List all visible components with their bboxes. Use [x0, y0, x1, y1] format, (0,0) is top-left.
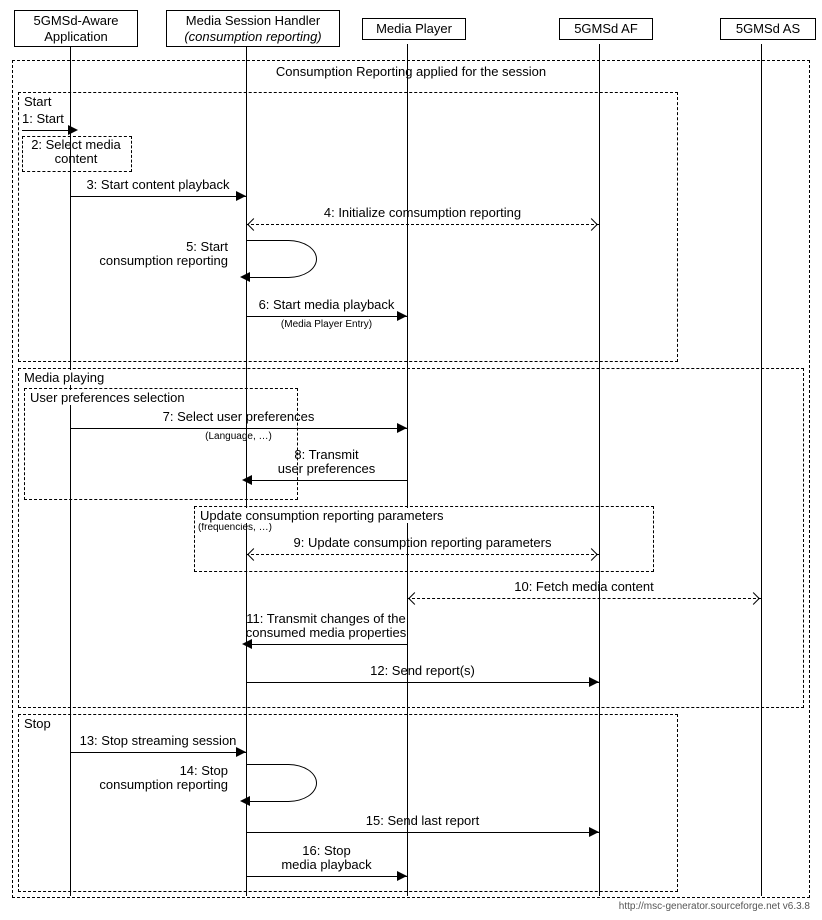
box-select	[22, 136, 132, 172]
msg-6-label: 6: Start media playback	[246, 298, 407, 312]
msg-3-label: 3: Start content playback	[70, 178, 246, 192]
msg-5-arrow	[240, 272, 250, 282]
as-line1: 5GMSd AS	[736, 21, 800, 36]
update-label: Update consumption reporting parameters	[198, 508, 446, 523]
app-line1: 5GMSd-Aware	[33, 13, 118, 28]
af-line1: 5GMSd AF	[574, 21, 638, 36]
msg-6-sub: (Media Player Entry)	[246, 319, 407, 330]
msg-10-label: 10: Fetch media content	[407, 580, 761, 594]
playing-label: Media playing	[22, 370, 106, 385]
start-label: Start	[22, 94, 53, 109]
participant-as: 5GMSd AS	[720, 18, 816, 40]
msg-8-label: 8: Transmit user preferences	[246, 448, 407, 477]
msg-13-label: 13: Stop streaming session	[50, 734, 266, 748]
msh-line2: (consumption reporting)	[184, 29, 321, 44]
msg-9-label: 9: Update consumption reporting paramete…	[246, 536, 599, 550]
participant-mp: Media Player	[362, 18, 466, 40]
participant-app: 5GMSd-Aware Application	[14, 10, 138, 47]
msg-7-sub: (Language, …)	[70, 431, 407, 442]
msg-5-loop	[246, 240, 317, 278]
overall-title: Consumption Reporting applied for the se…	[8, 64, 814, 79]
msg-16-label: 16: Stop media playback	[246, 844, 407, 873]
msg-15-label: 15: Send last report	[246, 814, 599, 828]
userpref-label: User preferences selection	[28, 390, 187, 405]
msg-7-label: 7: Select user preferences	[70, 410, 407, 424]
msg-4-label: 4: Initialize comsumption reporting	[246, 206, 599, 220]
footer-text: http://msc-generator.sourceforge.net v6.…	[619, 901, 810, 912]
msh-line1: Media Session Handler	[186, 13, 320, 28]
sequence-diagram: 5GMSd-Aware Application Media Session Ha…	[8, 8, 814, 912]
msg-14-arrow	[240, 796, 250, 806]
app-line2: Application	[44, 29, 108, 44]
msg-1-label: 1: Start	[22, 112, 64, 126]
mp-line1: Media Player	[376, 21, 452, 36]
msg-12-label: 12: Send report(s)	[246, 664, 599, 678]
msg-14-loop	[246, 764, 317, 802]
participant-msh: Media Session Handler (consumption repor…	[166, 10, 340, 47]
msg-11-label: 11: Transmit changes of the consumed med…	[216, 612, 436, 641]
participant-af: 5GMSd AF	[559, 18, 653, 40]
stop-label: Stop	[22, 716, 53, 731]
